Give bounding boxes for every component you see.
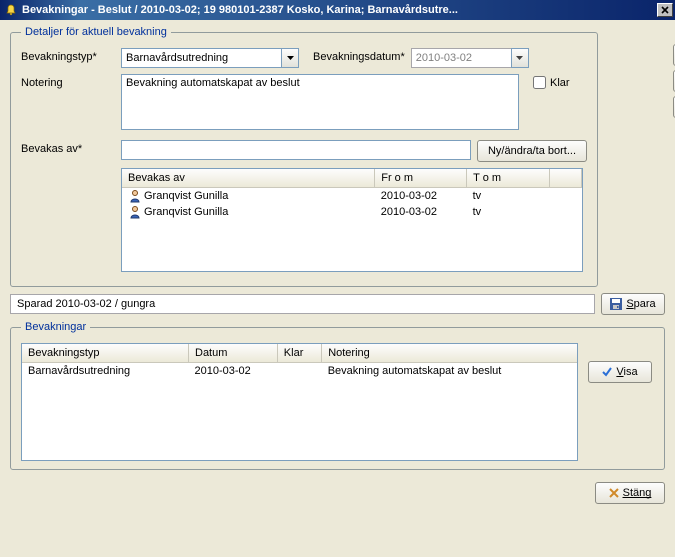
- note-textarea[interactable]: [121, 74, 519, 130]
- type-dropdown-button[interactable]: [281, 48, 299, 68]
- watched-input[interactable]: [121, 140, 471, 160]
- col-date[interactable]: Datum: [189, 344, 278, 362]
- table-row[interactable]: Granqvist Gunilla2010-03-02tv: [122, 204, 582, 220]
- col-spacer: [549, 169, 581, 187]
- save-icon: [610, 298, 622, 310]
- bevakningar-legend: Bevakningar: [21, 321, 90, 333]
- col-from[interactable]: Fr o m: [375, 169, 467, 187]
- client-area: Detaljer för aktuell bevakning Bevakning…: [0, 20, 675, 514]
- watchers-list[interactable]: Bevakas av Fr o m T o m Granqvist Gunill…: [121, 168, 583, 272]
- col-bevakas-av[interactable]: Bevakas av: [122, 169, 375, 187]
- col-note[interactable]: Notering: [322, 344, 577, 362]
- date-input[interactable]: [411, 48, 511, 68]
- titlebar: Bevakningar - Beslut / 2010-03-02; 19 98…: [0, 0, 675, 20]
- details-legend: Detaljer för aktuell bevakning: [21, 26, 171, 38]
- person-icon: [128, 205, 142, 219]
- window-title: Bevakningar - Beslut / 2010-03-02; 19 98…: [22, 4, 657, 16]
- table-row[interactable]: Barnavårdsutredning2010-03-02Bevakning a…: [22, 362, 577, 379]
- window-close-button[interactable]: [657, 3, 673, 17]
- ny-andra-button[interactable]: Ny/ändra/ta bort...: [477, 140, 587, 162]
- close-icon: [661, 6, 669, 14]
- note-label: Notering: [21, 74, 115, 89]
- type-combo[interactable]: [121, 48, 299, 68]
- person-icon: [128, 189, 142, 203]
- spara-button[interactable]: Spara: [601, 293, 665, 315]
- chevron-down-icon: [287, 56, 294, 60]
- status-text: Sparad 2010-03-02 / gungra: [10, 294, 595, 314]
- bevakningar-list[interactable]: Bevakningstyp Datum Klar Notering Barnav…: [21, 343, 578, 461]
- stang-button[interactable]: Stäng: [595, 482, 665, 504]
- type-label: Bevakningstyp*: [21, 48, 115, 63]
- date-label: Bevakningsdatum*: [305, 48, 405, 63]
- bell-icon: [4, 3, 18, 17]
- cancel-icon: [609, 488, 619, 498]
- klar-checkbox[interactable]: [533, 76, 546, 89]
- date-combo[interactable]: [411, 48, 529, 68]
- chevron-down-icon: [516, 56, 523, 60]
- col-type[interactable]: Bevakningstyp: [22, 344, 189, 362]
- window: Bevakningar - Beslut / 2010-03-02; 19 98…: [0, 0, 675, 557]
- visa-button[interactable]: Visa: [588, 361, 652, 383]
- col-tom[interactable]: T o m: [467, 169, 550, 187]
- bevakningar-group: Bevakningar Bevakningstyp Datum Klar Not…: [10, 321, 665, 470]
- table-row[interactable]: Granqvist Gunilla2010-03-02tv: [122, 187, 582, 204]
- date-dropdown-button[interactable]: [511, 48, 529, 68]
- details-group: Detaljer för aktuell bevakning Bevakning…: [10, 26, 598, 287]
- type-input[interactable]: [121, 48, 281, 68]
- check-icon: [602, 367, 612, 377]
- klar-label: Klar: [550, 77, 570, 89]
- col-klar[interactable]: Klar: [277, 344, 321, 362]
- watched-label: Bevakas av*: [21, 140, 115, 155]
